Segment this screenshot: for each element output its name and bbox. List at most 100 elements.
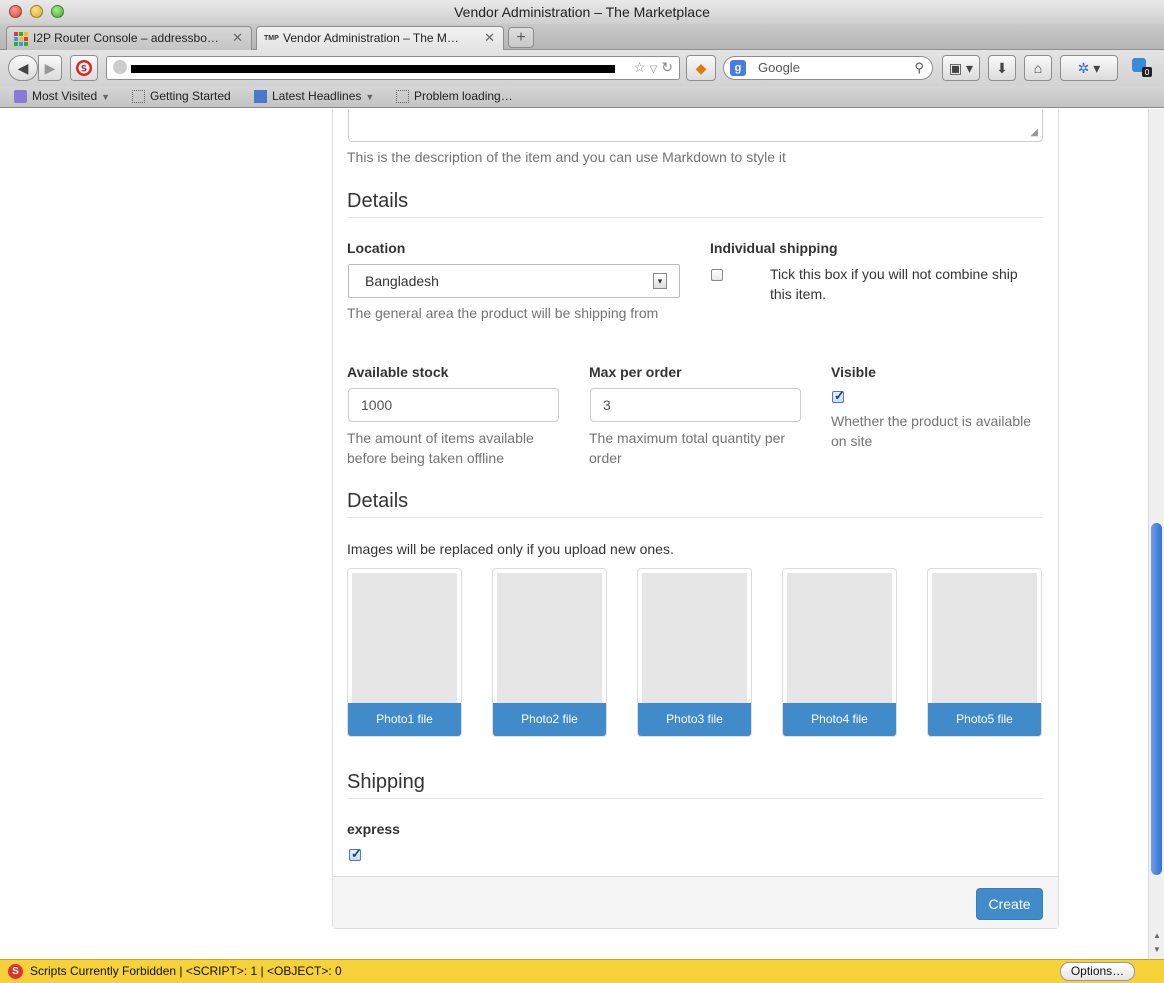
bookmark-star-icon[interactable]: ☆ [633,59,646,75]
max-per-order-label: Max per order [589,364,682,380]
scrollbar-thumb[interactable] [1151,523,1162,875]
photo4-preview [787,573,892,703]
i2p-favicon-icon [14,32,28,46]
tab-router-console[interactable]: I2P Router Console – addressbo… ✕ [6,26,252,50]
resize-grip-icon[interactable]: ◢ [1030,127,1038,138]
close-window-button[interactable] [9,5,22,18]
bookmark-most-visited[interactable]: Most Visited ▼ [12,86,110,108]
back-button[interactable]: ◀ [8,55,38,81]
reload-icon[interactable]: ↻ [661,59,673,75]
close-tab-icon[interactable]: ✕ [232,27,243,49]
noscript-status-text: Scripts Currently Forbidden | <SCRIPT>: … [30,964,342,978]
noscript-icon: S [76,60,92,76]
photo5-file-button[interactable]: Photo5 file [928,703,1041,736]
extension-button[interactable]: ◆ [686,55,716,81]
individual-shipping-checkbox[interactable] [711,269,723,281]
photo1-preview [352,573,457,703]
home-button[interactable]: ⌂ [1024,55,1052,81]
folder-icon [14,90,27,103]
photo4-file-button[interactable]: Photo4 file [783,703,896,736]
description-help: This is the description of the item and … [347,149,786,165]
bookmark-label: Getting Started [150,89,231,103]
location-help: The general area the product will be shi… [347,305,659,321]
bookmark-getting-started[interactable]: Getting Started [130,86,231,107]
svg-text:S: S [81,65,87,75]
location-value: Bangladesh [365,273,439,289]
bookmark-latest-headlines[interactable]: Latest Headlines ▼ [252,86,374,108]
window-title: Vendor Administration – The Marketplace [454,4,710,20]
details-heading: Details [347,190,409,212]
photo3-file-button[interactable]: Photo3 file [638,703,751,736]
page-icon [132,90,145,103]
images-help: Images will be replaced only if you uplo… [347,541,674,557]
proxy-button[interactable]: ✲ ▾ [1060,55,1118,81]
noscript-icon[interactable]: S [8,964,23,979]
available-stock-help: The amount of items available before bei… [347,430,534,466]
shipping-heading: Shipping [347,771,425,793]
new-tab-button[interactable]: + [508,27,534,48]
available-stock-input[interactable]: 1000 [348,388,559,422]
express-checkbox[interactable] [349,846,362,862]
notification-button[interactable]: 0 [1126,55,1156,81]
tab-label: I2P Router Console – addressbo… [33,31,219,45]
details-divider [347,217,1043,218]
navigation-toolbar: ◀ ▶ S ☆ ▽ ↻ ◆ g Google ⚲ ▣ ▾ ⬇ ⌂ ✲ ▾ 0 [0,50,1164,86]
photo4-upload: Photo4 file [782,568,897,737]
chevron-down-icon: ▾ [653,273,667,289]
rss-icon [254,90,267,103]
noscript-button[interactable]: S [70,55,98,81]
bookmark-problem-loading[interactable]: Problem loading… [394,86,513,107]
photo1-upload: Photo1 file [347,568,462,737]
bookmarks-toolbar: Most Visited ▼ Getting Started Latest Hea… [0,86,1164,108]
location-label: Location [347,240,406,256]
available-stock-value: 1000 [361,397,393,413]
search-placeholder: Google [758,60,800,75]
photo3-upload: Photo3 file [637,568,752,737]
description-textarea[interactable]: ◢ [348,109,1043,142]
url-bar[interactable]: ☆ ▽ ↻ [106,56,680,80]
page-scrollbar[interactable]: ▲ ▼ [1148,109,1164,959]
form-panel [332,109,1059,929]
extension-icon: ◆ [695,60,707,76]
url-bar-icons: ☆ ▽ ↻ [633,59,673,76]
marketplace-favicon-icon: TMP [264,35,279,42]
individual-shipping-help: Tick this box if you will not combine sh… [770,266,1018,302]
images-heading: Details [347,490,409,512]
scroll-up-icon[interactable]: ▲ [1149,929,1164,943]
photo2-file-button[interactable]: Photo2 file [493,703,606,736]
options-button[interactable]: Options… [1060,962,1135,981]
create-button[interactable]: Create [976,888,1043,920]
page-viewport: ◢ This is the description of the item an… [0,109,1148,959]
window-titlebar: Vendor Administration – The Marketplace [0,0,1164,24]
bookmark-label: Most Visited [32,89,98,103]
images-divider [347,517,1043,518]
photo2-upload: Photo2 file [492,568,607,737]
express-label: express [347,821,400,837]
shipping-divider [347,798,1043,799]
close-tab-icon[interactable]: ✕ [484,27,495,49]
photo1-file-button[interactable]: Photo1 file [348,703,461,736]
max-per-order-input[interactable]: 3 [590,388,801,422]
photo3-preview [642,573,747,703]
url-dropdown-icon[interactable]: ▽ [650,64,658,75]
chevron-down-icon: ▼ [365,92,375,102]
tab-vendor-administration[interactable]: TMP Vendor Administration – The M… ✕ [256,26,504,51]
search-bar[interactable]: g Google ⚲ [723,56,933,80]
scroll-down-icon[interactable]: ▼ [1149,943,1164,957]
google-search-engine-icon[interactable]: g [730,60,746,76]
tab-label: Vendor Administration – The M… [283,31,459,45]
search-icon[interactable]: ⚲ [914,57,924,79]
forward-button[interactable]: ▶ [38,55,62,81]
visible-checkbox[interactable] [832,388,845,404]
zoom-window-button[interactable] [51,5,64,18]
site-identity-icon[interactable] [113,60,127,74]
addon-toolbar-button[interactable]: ▣ ▾ [942,55,980,81]
chevron-down-icon: ▼ [101,92,111,102]
downloads-button[interactable]: ⬇ [988,55,1016,81]
individual-shipping-label: Individual shipping [710,240,838,256]
photo5-upload: Photo5 file [927,568,1042,737]
minimize-window-button[interactable] [30,5,43,18]
location-select[interactable]: Bangladesh ▾ [348,264,680,298]
tab-bar: I2P Router Console – addressbo… ✕ TMP Ve… [0,24,1164,51]
redacted-url [131,65,615,73]
